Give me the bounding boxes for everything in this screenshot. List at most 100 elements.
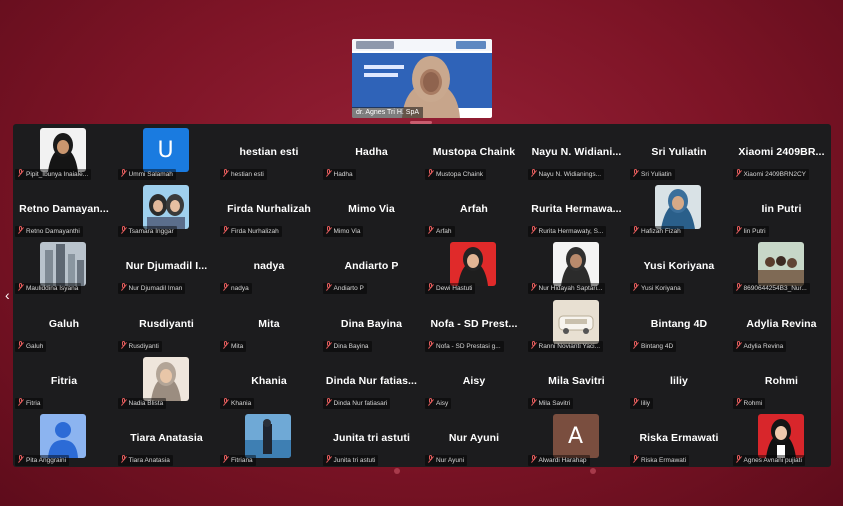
participant-tile[interactable]: U Ummi Salamah <box>116 124 218 180</box>
mic-off-icon <box>325 455 332 463</box>
participant-video-thumbnail <box>552 242 599 287</box>
participant-tile[interactable]: Pita Anggraini <box>13 410 115 466</box>
participant-tile[interactable]: Yusi Koriyana Yusi Koriyana <box>628 238 730 295</box>
participant-tile[interactable]: Nayu N. Widiani... Nayu N. Widianings... <box>526 124 628 180</box>
participant-name-label: Xiaomi 2409BRN2CY <box>732 169 810 180</box>
participant-tile[interactable]: Firda Nurhalizah Firda Nurhalizah <box>218 181 320 238</box>
participant-display-name: Rurita Hermawa... <box>531 203 622 216</box>
participant-name-label: Retno Damayanthi <box>15 226 83 238</box>
participant-name-label: Mita <box>220 340 247 352</box>
mic-off-icon <box>735 397 742 406</box>
participant-tile[interactable]: Hadha Hadha <box>321 124 423 180</box>
active-speaker-video[interactable]: dr. Agnes Tri H. SpA <box>352 39 492 118</box>
participant-name-text: Tiara Anatasia <box>128 457 170 464</box>
participant-tile[interactable]: Rurita Hermawa... Rurita Hermawaty, S... <box>526 181 628 238</box>
participant-tile[interactable]: nadya nadya <box>218 238 320 295</box>
participant-tile[interactable]: Mita Mita <box>218 296 320 352</box>
participant-name-text: Arfah <box>436 228 452 236</box>
participant-name-text: Alwardi Harahap <box>538 457 587 464</box>
participant-name-text: Iin Putri <box>743 228 766 236</box>
participant-tile[interactable]: Nur Djumadil I... Nur Djumadil Iman <box>116 238 218 295</box>
participant-tile[interactable]: hestian esti hestian esti <box>218 124 320 180</box>
participant-tile[interactable]: liliy liliy <box>628 353 730 409</box>
participant-tile[interactable]: Rohmi Rohmi <box>731 353 832 409</box>
participant-name-text: Rusdiyanti <box>128 342 159 350</box>
participant-tile[interactable]: Arfah Arfah <box>423 181 525 238</box>
participant-name-text: Ranni Novianti Yaci... <box>538 342 601 350</box>
mic-off-icon <box>120 340 127 349</box>
participant-tile[interactable]: Khania Khania <box>218 353 320 409</box>
mic-off-icon <box>427 283 434 291</box>
participant-tile[interactable]: Mimo Via Mimo Via <box>321 181 423 238</box>
participant-tile[interactable]: Adylia Revina Adylia Revina <box>731 296 832 352</box>
participant-tile[interactable]: Nadia Blista <box>116 353 218 409</box>
participant-tile[interactable]: Riska Ermawati Riska Ermawati <box>628 410 730 466</box>
participant-name-text: Dina Bayina <box>333 342 369 350</box>
participant-display-name: Junita tri astuti <box>333 432 410 444</box>
participant-name-label: Rusdiyanti <box>117 340 162 352</box>
participant-tile[interactable]: Fitria Fitria <box>13 353 115 409</box>
participant-name-label: Dewi Hastuti <box>425 283 476 295</box>
participant-tile[interactable]: Galuh Galuh <box>13 296 115 352</box>
participant-display-name: Mita <box>258 317 280 330</box>
participant-display-name: Aisy <box>462 374 486 387</box>
participant-tile[interactable]: Mila Savitri Mila Savitri <box>526 353 628 409</box>
participant-name-text: Aisy <box>436 399 449 407</box>
participant-tile[interactable]: Mustopa Chaink Mustopa Chaink <box>423 124 525 180</box>
participant-tile[interactable]: Aisy Aisy <box>423 353 525 409</box>
participant-tile[interactable]: Dewi Hastuti <box>423 238 525 295</box>
participant-name-label: Mimo Via <box>322 226 364 238</box>
participant-name-label: Andiarto P <box>322 283 367 295</box>
mic-off-icon <box>632 283 639 291</box>
participant-name-text: Dinda Nur fatiasari <box>333 399 388 407</box>
participant-tile[interactable]: Andiarto P Andiarto P <box>321 238 423 295</box>
mic-off-icon <box>427 226 434 234</box>
participant-tile[interactable]: Mauliddina Isyana <box>13 238 115 295</box>
participant-tile[interactable]: Tsamara Inggar <box>116 181 218 238</box>
participant-tile[interactable]: Xiaomi 2409BR... Xiaomi 2409BRN2CY <box>731 124 832 180</box>
participant-name-label: Dinda Nur fatiasari <box>322 397 391 409</box>
participant-tile[interactable]: Agnes Avnani pujiati <box>731 410 832 466</box>
participant-name-label: Tiara Anatasia <box>117 455 173 466</box>
participant-tile[interactable]: 8690644254B3_Nur... <box>731 238 832 295</box>
participant-name-text: Sri Yuliatin <box>641 171 672 178</box>
chevron-left-icon[interactable]: ‹ <box>5 288 10 302</box>
participant-name-text: Xiaomi 2409BRN2CY <box>743 171 807 178</box>
participant-name-text: Dewi Hastuti <box>436 285 473 293</box>
participant-tile[interactable]: Rusdiyanti Rusdiyanti <box>116 296 218 352</box>
participant-display-name: hestian esti <box>239 146 299 158</box>
participant-tile[interactable]: Dinda Nur fatias... Dinda Nur fatiasari <box>321 353 423 409</box>
participant-tile[interactable]: Fitriana <box>218 410 320 466</box>
participant-display-name: Galuh <box>48 317 80 330</box>
mic-off-icon <box>17 169 24 177</box>
mic-off-icon <box>222 455 229 463</box>
participant-tile[interactable]: Nur Hidayah Saptari... <box>526 238 628 295</box>
participant-name-label: 8690644254B3_Nur... <box>732 283 810 295</box>
participant-name-text: Mita <box>231 342 244 350</box>
participant-tile[interactable]: Hafizah Fizah <box>628 181 730 238</box>
participant-tile[interactable]: Tiara Anatasia Tiara Anatasia <box>116 410 218 466</box>
participant-display-name: Rohmi <box>764 374 799 387</box>
participant-name-label: Alwardi Harahap <box>527 455 590 466</box>
participant-tile[interactable]: Nofa - SD Prest... Nofa - SD Prestasi g..… <box>423 296 525 352</box>
participant-tile[interactable]: Retno Damayan... Retno Damayanthi <box>13 181 115 238</box>
participant-video-thumbnail <box>757 414 804 458</box>
participant-display-name: Nur Ayuni <box>448 432 500 444</box>
participant-tile[interactable]: Bintang 4D Bintang 4D <box>628 296 730 352</box>
participant-video-thumbnail <box>40 414 86 458</box>
participant-tile[interactable]: Ranni Novianti Yaci... <box>526 296 628 352</box>
participant-name-label: Tsamara Inggar <box>117 226 177 238</box>
participant-tile[interactable]: Dina Bayina Dina Bayina <box>321 296 423 352</box>
participant-tile[interactable]: Iin Putri Iin Putri <box>731 181 832 238</box>
mic-off-icon <box>735 455 742 463</box>
participant-tile[interactable]: Junita tri astuti Junita tri astuti <box>321 410 423 466</box>
participant-tile[interactable]: Pipit_Ibunya Inaiale... <box>13 124 115 180</box>
participant-tile[interactable]: A Alwardi Harahap <box>526 410 628 466</box>
participant-video-thumbnail <box>552 299 599 344</box>
participant-tile[interactable]: Sri Yuliatin Sri Yuliatin <box>628 124 730 180</box>
mic-off-icon <box>222 397 229 406</box>
participant-display-name: Bintang 4D <box>650 317 708 330</box>
participant-tile[interactable]: Nur Ayuni Nur Ayuni <box>423 410 525 466</box>
participant-name-text: hestian esti <box>231 171 264 178</box>
participant-name-label: Bintang 4D <box>630 340 677 352</box>
